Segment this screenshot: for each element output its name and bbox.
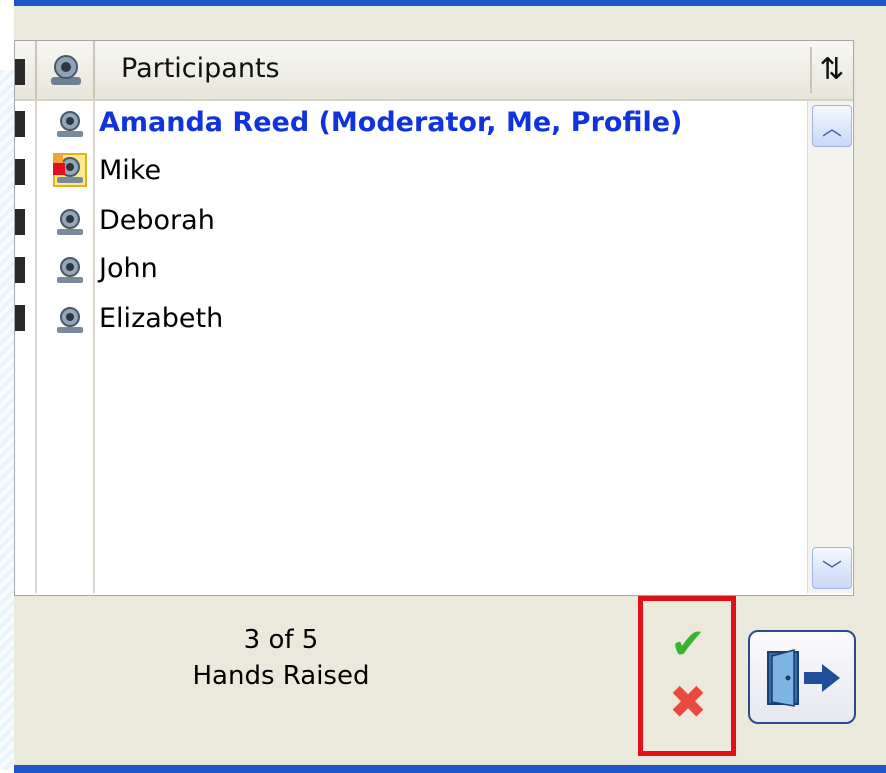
window-bottom-border [14, 765, 886, 773]
background-pattern [0, 70, 14, 770]
participant-name: Amanda Reed (Moderator, Me, Profile) [99, 107, 683, 138]
column-line [93, 99, 95, 593]
column-separator [35, 41, 37, 99]
webcam-header-icon[interactable] [49, 53, 83, 87]
column-separator [93, 41, 95, 99]
participant-row[interactable]: Elizabeth [99, 297, 799, 343]
row-edge-marker [15, 257, 25, 283]
participant-row[interactable]: Deborah [99, 199, 799, 245]
check-icon[interactable]: ✔ [668, 623, 708, 665]
hands-raised-status: 3 of 5 Hands Raised [186, 622, 376, 694]
hand-raised-webcam-icon [53, 153, 87, 187]
participant-name: John [99, 253, 158, 284]
chevron-up-icon[interactable]: ︿ [812, 105, 852, 147]
x-icon[interactable]: ✖ [668, 679, 708, 725]
row-edge-marker [15, 111, 25, 137]
webcam-user-icon [57, 111, 83, 137]
column-edge-marker [15, 59, 25, 85]
participant-row[interactable]: John [99, 247, 799, 293]
participant-row[interactable]: Mike [99, 149, 799, 195]
row-edge-marker [15, 209, 25, 235]
participant-name: Mike [99, 155, 162, 186]
webcam-user-icon [57, 307, 83, 333]
list-header: Participants ⇅ [15, 41, 853, 101]
participant-row-moderator[interactable]: Amanda Reed (Moderator, Me, Profile) [99, 101, 799, 147]
sort-arrows-icon[interactable]: ⇅ [810, 47, 852, 93]
hands-raised-label: Hands Raised [192, 661, 370, 691]
chevron-down-icon[interactable]: ﹀ [812, 547, 852, 589]
hands-raised-count: 3 of 5 [243, 625, 319, 655]
vertical-scrollbar[interactable]: ︿ ﹀ [807, 101, 852, 593]
column-line [35, 99, 37, 593]
row-edge-marker [15, 305, 25, 331]
participant-name: Elizabeth [99, 303, 224, 334]
column-header-participants[interactable]: Participants [121, 53, 280, 84]
participant-name: Deborah [99, 205, 215, 236]
row-edge-marker [15, 159, 25, 185]
exit-door-icon [767, 649, 840, 707]
webcam-user-icon [57, 257, 83, 283]
participants-list[interactable]: Participants ⇅ Amanda Reed (Moderator, M… [14, 40, 854, 596]
exit-button[interactable] [748, 630, 856, 724]
webcam-user-icon [57, 209, 83, 235]
